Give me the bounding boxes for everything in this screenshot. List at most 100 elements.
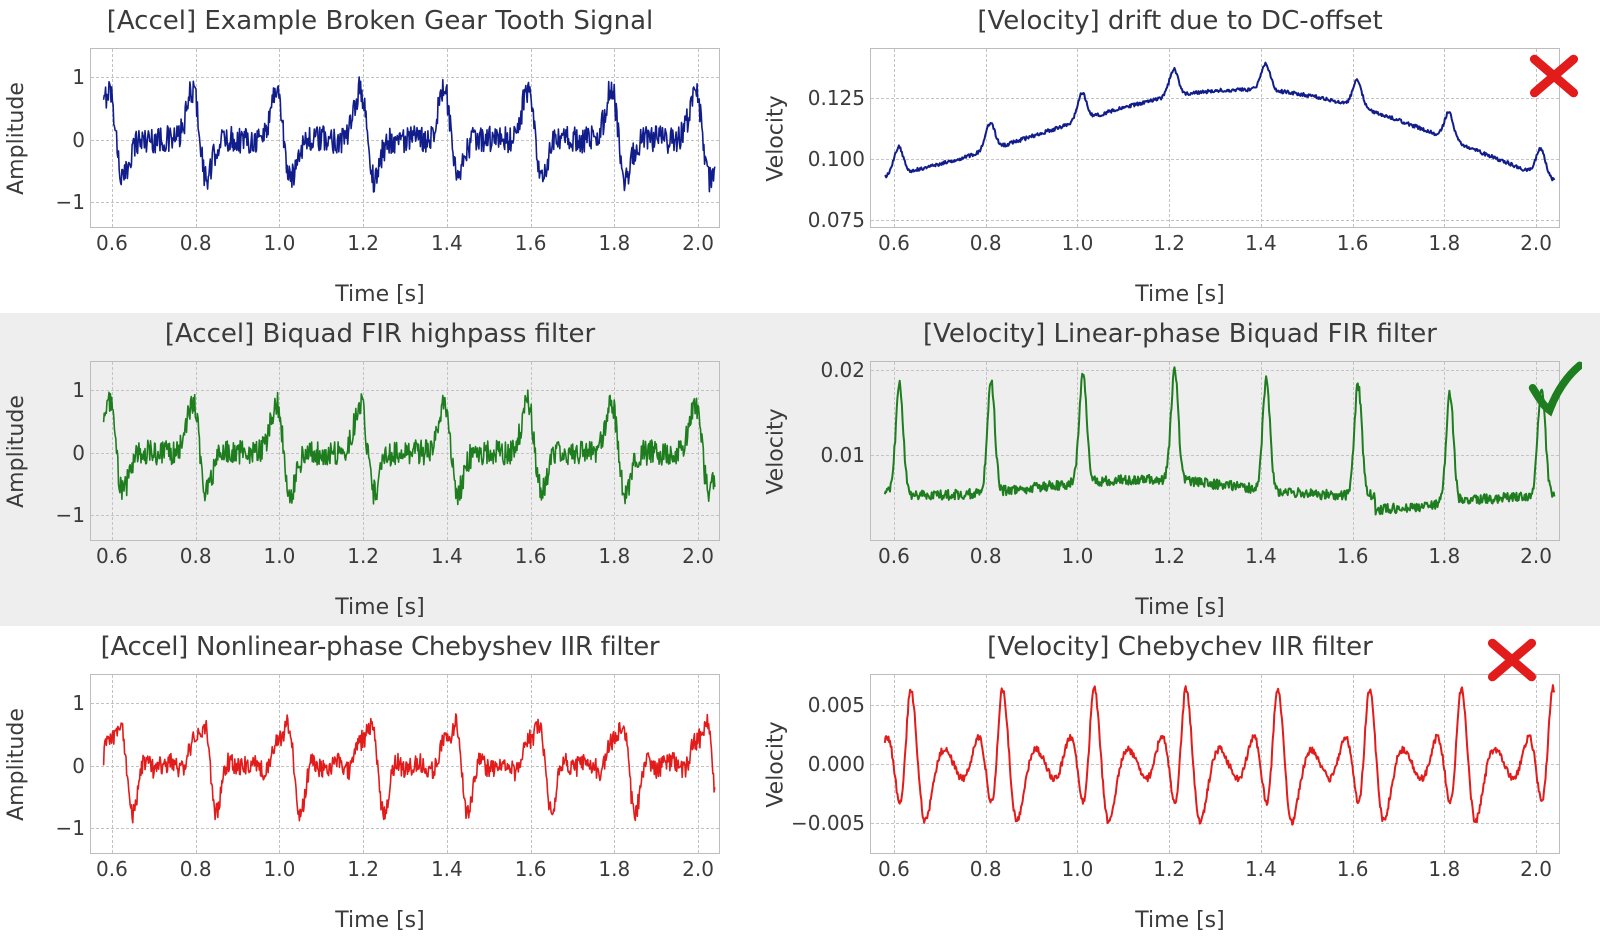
xlabel: Time [s]: [0, 595, 760, 620]
xtick-label: 0.6: [96, 857, 128, 881]
xtick-label: 1.6: [515, 544, 547, 568]
chart-title: [Accel] Nonlinear-phase Chebyshev IIR fi…: [0, 632, 760, 662]
ylabel: Amplitude: [4, 674, 28, 854]
ytick-label: −1: [56, 190, 85, 214]
row-0: [Accel] Example Broken Gear Tooth Signal…: [0, 0, 1600, 313]
xtick-label: 1.0: [1061, 857, 1093, 881]
trace-line: [91, 49, 719, 227]
panel-accel-raw: [Accel] Example Broken Gear Tooth Signal…: [0, 0, 760, 313]
check-icon: [1526, 361, 1582, 417]
xtick-label: 1.2: [347, 231, 379, 255]
xlabel: Time [s]: [760, 595, 1600, 620]
row-2: [Accel] Nonlinear-phase Chebyshev IIR fi…: [0, 626, 1600, 939]
ytick-label: 0.01: [820, 443, 865, 467]
xtick-label: 0.6: [878, 231, 910, 255]
xtick-label: 0.6: [878, 857, 910, 881]
xtick-label: 0.6: [96, 544, 128, 568]
axes: −1010.60.81.01.21.41.61.82.0: [90, 48, 720, 228]
xtick-label: 0.8: [970, 857, 1002, 881]
trace-line: [91, 362, 719, 540]
ytick-label: 0.000: [808, 752, 865, 776]
xtick-label: 1.8: [598, 544, 630, 568]
xtick-label: 1.2: [1153, 857, 1185, 881]
panel-vel-drift: [Velocity] drift due to DC-offset Veloci…: [760, 0, 1600, 313]
xtick-label: 1.4: [1245, 857, 1277, 881]
xtick-label: 1.0: [263, 544, 295, 568]
chart-title: [Velocity] Chebychev IIR filter: [760, 632, 1600, 662]
xtick-label: 1.2: [1153, 544, 1185, 568]
ytick-label: 0.075: [808, 208, 865, 232]
ytick-label: 0: [72, 441, 85, 465]
xtick-label: 2.0: [1520, 544, 1552, 568]
ytick-label: 0.02: [820, 358, 865, 382]
panel-accel-iir: [Accel] Nonlinear-phase Chebyshev IIR fi…: [0, 626, 760, 939]
xlabel: Time [s]: [0, 282, 760, 307]
ytick-label: −0.005: [791, 811, 865, 835]
ytick-label: −1: [56, 503, 85, 527]
xtick-label: 1.6: [1337, 857, 1369, 881]
xtick-label: 1.4: [1245, 231, 1277, 255]
row-1: [Accel] Biquad FIR highpass filter Ampli…: [0, 313, 1600, 626]
figure: [Accel] Example Broken Gear Tooth Signal…: [0, 0, 1600, 940]
xtick-label: 1.4: [431, 231, 463, 255]
xtick-label: 1.8: [1428, 544, 1460, 568]
xtick-label: 0.8: [970, 231, 1002, 255]
xlabel: Time [s]: [760, 908, 1600, 933]
panel-vel-iir: [Velocity] Chebychev IIR filter Velocity…: [760, 626, 1600, 939]
xtick-label: 1.6: [515, 231, 547, 255]
ylabel: Velocity: [764, 674, 788, 854]
xtick-label: 1.8: [1428, 857, 1460, 881]
ytick-label: 0.005: [808, 693, 865, 717]
axes: 0.0750.1000.1250.60.81.01.21.41.61.82.0: [870, 48, 1560, 228]
trace-line: [91, 675, 719, 853]
xtick-label: 0.6: [96, 231, 128, 255]
xtick-label: 0.8: [180, 544, 212, 568]
ytick-label: 0: [72, 128, 85, 152]
xtick-label: 2.0: [682, 544, 714, 568]
xtick-label: 1.6: [515, 857, 547, 881]
xtick-label: 1.8: [1428, 231, 1460, 255]
ylabel: Amplitude: [4, 48, 28, 228]
axes: −1010.60.81.01.21.41.61.82.0: [90, 674, 720, 854]
xtick-label: 1.2: [347, 857, 379, 881]
xtick-label: 1.6: [1337, 231, 1369, 255]
trace-line: [871, 675, 1559, 853]
ytick-label: 0: [72, 754, 85, 778]
chart-title: [Velocity] drift due to DC-offset: [760, 6, 1600, 36]
xtick-label: 1.4: [431, 544, 463, 568]
xtick-label: 2.0: [1520, 231, 1552, 255]
xtick-label: 1.6: [1337, 544, 1369, 568]
ytick-label: 0.100: [808, 147, 865, 171]
panel-accel-fir: [Accel] Biquad FIR highpass filter Ampli…: [0, 313, 760, 626]
xtick-label: 0.8: [970, 544, 1002, 568]
xlabel: Time [s]: [760, 282, 1600, 307]
ytick-label: 1: [72, 65, 85, 89]
cross-icon: [1484, 632, 1540, 688]
xtick-label: 1.4: [1245, 544, 1277, 568]
axes: 0.010.020.60.81.01.21.41.61.82.0: [870, 361, 1560, 541]
xtick-label: 1.0: [1061, 231, 1093, 255]
xtick-label: 0.8: [180, 857, 212, 881]
xtick-label: 2.0: [682, 231, 714, 255]
panel-vel-fir: [Velocity] Linear-phase Biquad FIR filte…: [760, 313, 1600, 626]
xtick-label: 1.4: [431, 857, 463, 881]
axes: −1010.60.81.01.21.41.61.82.0: [90, 361, 720, 541]
ylabel: Velocity: [764, 361, 788, 541]
chart-title: [Accel] Biquad FIR highpass filter: [0, 319, 760, 349]
chart-title: [Accel] Example Broken Gear Tooth Signal: [0, 6, 760, 36]
xtick-label: 1.2: [347, 544, 379, 568]
xtick-label: 0.8: [180, 231, 212, 255]
xtick-label: 0.6: [878, 544, 910, 568]
cross-icon: [1526, 48, 1582, 104]
xtick-label: 2.0: [682, 857, 714, 881]
ylabel: Velocity: [764, 48, 788, 228]
ytick-label: 0.125: [808, 86, 865, 110]
xtick-label: 1.2: [1153, 231, 1185, 255]
xtick-label: 1.0: [263, 231, 295, 255]
xtick-label: 1.0: [263, 857, 295, 881]
ytick-label: −1: [56, 816, 85, 840]
ylabel: Amplitude: [4, 361, 28, 541]
xtick-label: 1.8: [598, 231, 630, 255]
xtick-label: 1.0: [1061, 544, 1093, 568]
trace-line: [871, 362, 1559, 540]
